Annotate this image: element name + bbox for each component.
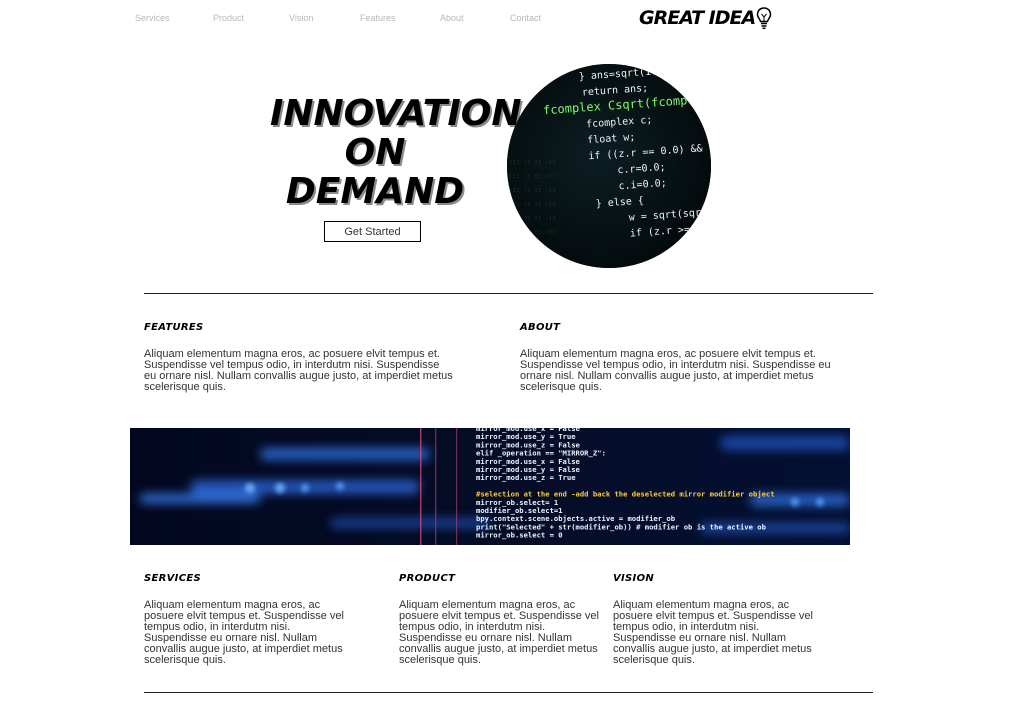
nav-contact[interactable]: Contact <box>510 13 541 23</box>
brand-name: GREAT IDEA <box>639 7 756 29</box>
nav-about[interactable]: About <box>440 13 464 23</box>
hero-title-line: INNOVATION <box>270 93 522 134</box>
hero-code-image: } ans=sqrt(1.0- return ans; fcomplex Csqr… <box>507 64 711 268</box>
divider-bottom <box>144 692 873 693</box>
vision-body: Aliquam elementum magna eros, ac posuere… <box>613 599 813 666</box>
nav-services[interactable]: Services <box>135 13 170 23</box>
get-started-button[interactable]: Get Started <box>324 221 421 242</box>
banner-code-line: mirror_ob.select = 0 <box>476 531 563 540</box>
code-glyph-row: ::: ·: :: ·:: <box>509 173 556 180</box>
code-glyph-row: ::: ·: :: ·:: <box>509 229 556 236</box>
features-body: Aliquam elementum magna eros, ac posuere… <box>144 348 453 393</box>
vision-heading: VISION <box>613 573 655 584</box>
product-body: Aliquam elementum magna eros, ac posuere… <box>399 599 599 666</box>
lightbulb-icon <box>756 7 772 30</box>
code-glyph-row: ::: ·: :: ·:: <box>509 215 556 222</box>
brand-logo[interactable]: GREAT IDEA <box>639 6 772 30</box>
divider-top <box>144 293 873 294</box>
code-glyph-row: ::: ·: :: ·:: <box>509 159 556 166</box>
code-banner-image: mirror_mod.use_x = False mirror_mod.use_y… <box>130 428 850 545</box>
code-glyph-row: ::: ·: :: ·:: <box>509 201 556 208</box>
nav-vision[interactable]: Vision <box>289 13 313 23</box>
nav-features[interactable]: Features <box>360 13 396 23</box>
banner-code-line: mirror_mod.use_z = True <box>476 473 576 482</box>
code-glyph-row: ::: ·: :: ·:: <box>509 187 556 194</box>
about-body: Aliquam elementum magna eros, ac posuere… <box>520 348 831 393</box>
nav-product[interactable]: Product <box>213 13 244 23</box>
services-body: Aliquam elementum magna eros, ac posuere… <box>144 599 344 666</box>
hero-title-line: DEMAND <box>285 171 465 212</box>
services-heading: SERVICES <box>144 573 201 584</box>
product-heading: PRODUCT <box>399 573 456 584</box>
features-heading: FEATURES <box>144 322 204 333</box>
hero-title-line: ON <box>344 132 406 173</box>
hero-title: INNOVATION ON DEMAND <box>270 93 522 212</box>
about-heading: ABOUT <box>520 322 561 333</box>
